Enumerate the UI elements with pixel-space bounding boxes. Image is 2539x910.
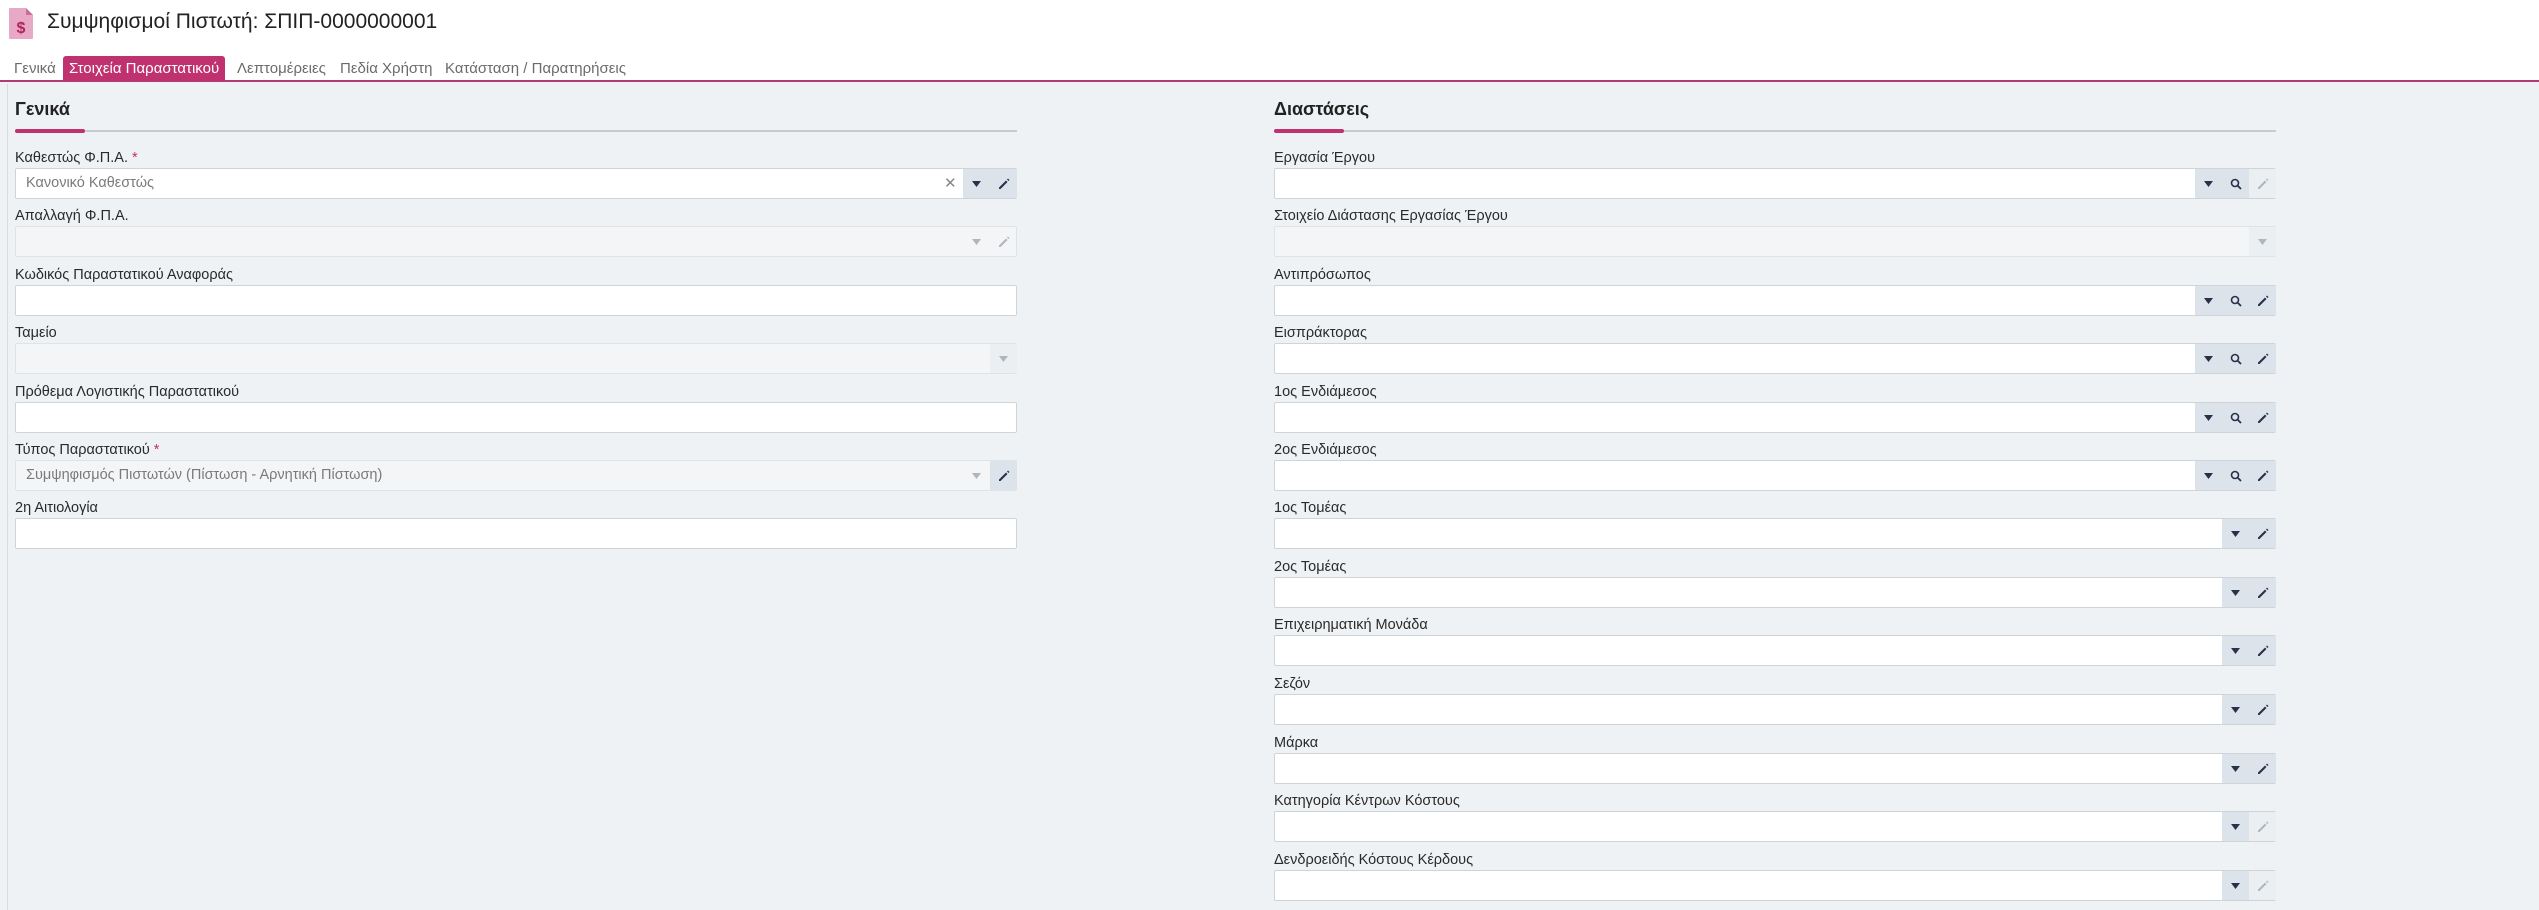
accounting-prefix-input[interactable]: [15, 402, 1017, 433]
edit-button[interactable]: [2249, 403, 2276, 432]
second-sector-field[interactable]: [1274, 577, 2276, 608]
vat-status-field[interactable]: Κανονικό Καθεστώς ✕: [15, 168, 1017, 199]
task-dimension-label: Στοιχείο Διάστασης Εργασίας Έργου: [1274, 208, 1508, 224]
second-intermediary-label: 2ος Ενδιάμεσος: [1274, 442, 1377, 458]
dropdown-button[interactable]: [2222, 695, 2249, 724]
edit-button[interactable]: [990, 461, 1017, 490]
edit-button[interactable]: [2249, 636, 2276, 665]
section-title-general: Γενικά: [15, 99, 70, 119]
search-button[interactable]: [2222, 403, 2249, 432]
section-accent: [15, 129, 85, 133]
page-title: Συμψηφισμοί Πιστωτή: ΣΠΙΠ-0000000001: [47, 10, 438, 33]
svg-text:$: $: [17, 20, 26, 37]
dropdown-button[interactable]: [2222, 812, 2249, 841]
second-reason-input[interactable]: [15, 518, 1017, 549]
vat-status-label: Καθεστώς Φ.Π.Α. *: [15, 150, 138, 166]
brand-label: Μάρκα: [1274, 735, 1319, 751]
first-sector-label: 1ος Τομέας: [1274, 500, 1347, 516]
project-task-label: Εργασία Έργου: [1274, 150, 1375, 166]
section-divider: [1274, 130, 2276, 132]
season-field[interactable]: [1274, 694, 2276, 725]
tab-bar: Γενικά Στοιχεία Παραστατικού Λεπτομέρειε…: [0, 56, 2539, 82]
edit-button[interactable]: [990, 169, 1017, 198]
search-button[interactable]: [2222, 286, 2249, 315]
dropdown-button: [990, 344, 1017, 373]
edit-button: [2249, 871, 2276, 900]
dropdown-button: [963, 227, 990, 256]
document-dollar-icon: $: [9, 6, 34, 40]
second-sector-label: 2ος Τομέας: [1274, 559, 1347, 575]
collector-field[interactable]: [1274, 343, 2276, 374]
edit-button: [2249, 812, 2276, 841]
edit-button: [990, 227, 1017, 256]
section-divider: [15, 130, 1017, 132]
season-label: Σεζόν: [1274, 676, 1311, 692]
cash-register-label: Ταμείο: [15, 325, 57, 341]
first-sector-field[interactable]: [1274, 518, 2276, 549]
dropdown-button[interactable]: [2195, 344, 2222, 373]
dropdown-button[interactable]: [2222, 871, 2249, 900]
cost-center-category-field[interactable]: [1274, 811, 2276, 842]
accounting-prefix-label: Πρόθεμα Λογιστικής Παραστατικού: [15, 384, 240, 400]
form-content: [7, 84, 2539, 910]
search-button[interactable]: [2222, 344, 2249, 373]
tab-document-details[interactable]: Στοιχεία Παραστατικού: [63, 56, 226, 81]
tab-user-fields[interactable]: Πεδία Χρήστη: [334, 57, 438, 80]
business-unit-field[interactable]: [1274, 635, 2276, 666]
project-task-field[interactable]: [1274, 168, 2276, 199]
vat-exemption-label: Απαλλαγή Φ.Π.Α.: [15, 208, 129, 224]
reference-code-input[interactable]: [15, 285, 1017, 316]
representative-field[interactable]: [1274, 285, 2276, 316]
second-reason-label: 2η Αιτιολογία: [15, 500, 98, 516]
first-intermediary-field[interactable]: [1274, 402, 2276, 433]
search-button[interactable]: [2222, 169, 2249, 198]
brand-field[interactable]: [1274, 753, 2276, 784]
tab-status-notes[interactable]: Κατάσταση / Παρατηρήσεις: [439, 57, 632, 80]
cost-profit-tree-field[interactable]: [1274, 870, 2276, 901]
cost-center-category-label: Κατηγορία Κέντρων Κόστους: [1274, 793, 1460, 809]
task-dimension-field: [1274, 226, 2276, 257]
cash-register-field: [15, 343, 1017, 374]
dropdown-button[interactable]: [963, 169, 990, 198]
page-header: $ Συμψηφισμοί Πιστωτή: ΣΠΙΠ-0000000001: [0, 0, 2539, 56]
second-intermediary-field[interactable]: [1274, 460, 2276, 491]
edit-button[interactable]: [2249, 461, 2276, 490]
dropdown-button[interactable]: [2195, 403, 2222, 432]
section-title-dimensions: Διαστάσεις: [1274, 99, 1370, 119]
dropdown-button[interactable]: [2195, 461, 2222, 490]
representative-label: Αντιπρόσωπος: [1274, 267, 1371, 283]
document-type-field[interactable]: Συμψηφισμός Πιστωτών (Πίστωση - Αρνητική…: [15, 460, 1017, 491]
edit-button[interactable]: [2249, 578, 2276, 607]
tab-general[interactable]: Γενικά: [8, 57, 62, 80]
cost-profit-tree-label: Δενδροειδής Κόστους Κέρδους: [1274, 852, 1474, 868]
dropdown-button[interactable]: [2222, 754, 2249, 783]
vat-exemption-field: [15, 226, 1017, 257]
document-type-value: Συμψηφισμός Πιστωτών (Πίστωση - Αρνητική…: [26, 467, 383, 483]
edit-button[interactable]: [2249, 754, 2276, 783]
dropdown-button: [2249, 227, 2276, 256]
edit-button: [2249, 169, 2276, 198]
dropdown-button[interactable]: [2222, 636, 2249, 665]
dropdown-button[interactable]: [2195, 286, 2222, 315]
first-intermediary-label: 1ος Ενδιάμεσος: [1274, 384, 1377, 400]
search-button[interactable]: [2222, 461, 2249, 490]
reference-code-label: Κωδικός Παραστατικού Αναφοράς: [15, 267, 233, 283]
edit-button[interactable]: [2249, 695, 2276, 724]
dropdown-button[interactable]: [2195, 169, 2222, 198]
dropdown-button[interactable]: [2222, 519, 2249, 548]
section-accent: [1274, 129, 1344, 133]
collector-label: Εισπράκτορας: [1274, 325, 1367, 341]
dropdown-button[interactable]: [2222, 578, 2249, 607]
edit-button[interactable]: [2249, 519, 2276, 548]
document-type-label: Τύπος Παραστατικού *: [15, 442, 160, 458]
edit-button[interactable]: [2249, 344, 2276, 373]
dropdown-button: [963, 461, 990, 490]
business-unit-label: Επιχειρηματική Μονάδα: [1274, 617, 1428, 633]
clear-icon[interactable]: ✕: [944, 174, 957, 192]
edit-button[interactable]: [2249, 286, 2276, 315]
tab-details[interactable]: Λεπτομέρειες: [231, 57, 332, 80]
vat-status-value: Κανονικό Καθεστώς: [26, 175, 155, 191]
